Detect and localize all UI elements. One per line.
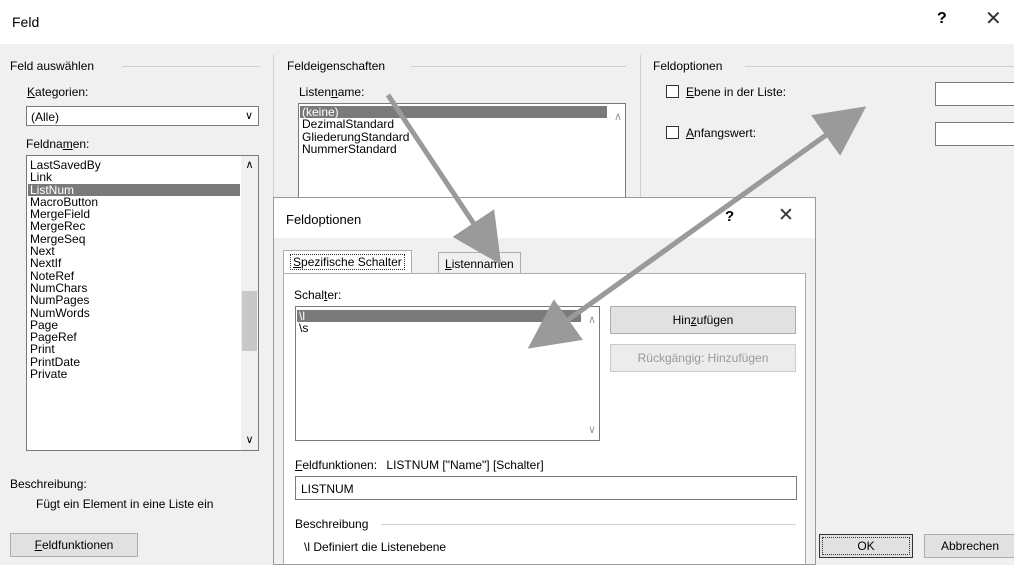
annotation-arrows [385,93,867,349]
arrow-listname-to-tab [385,93,502,265]
arrow-level-to-switch [527,115,852,349]
